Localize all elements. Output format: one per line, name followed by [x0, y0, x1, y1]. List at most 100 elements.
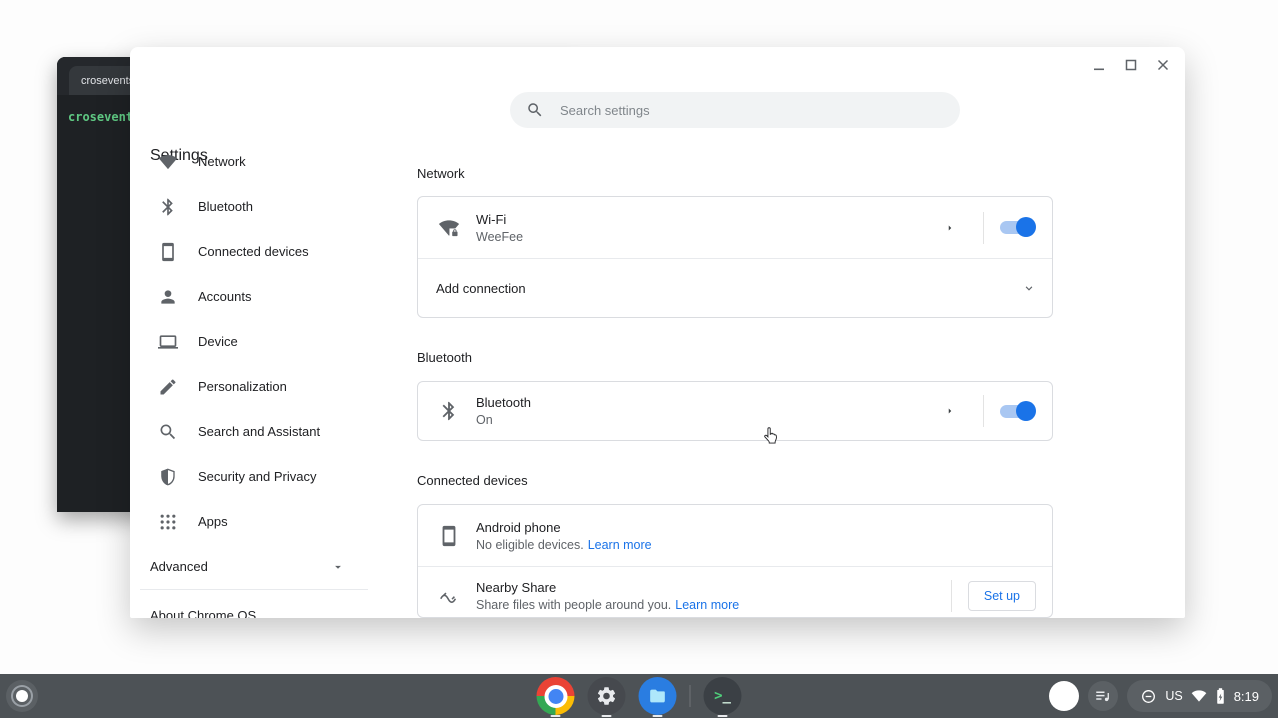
setup-button[interactable]: Set up — [968, 581, 1036, 611]
sidebar-item-label: Device — [198, 334, 238, 349]
launcher-button[interactable] — [6, 680, 38, 712]
playlist-music-icon — [1094, 687, 1112, 705]
search-icon — [526, 101, 544, 119]
do-not-disturb-icon — [1140, 688, 1157, 705]
sidebar-item-personalization[interactable]: Personalization — [130, 364, 380, 409]
running-indicator — [551, 715, 561, 717]
section-heading-bluetooth: Bluetooth — [417, 350, 472, 365]
search-input[interactable] — [558, 102, 932, 119]
sidebar-item-label: Accounts — [198, 289, 251, 304]
section-heading-network: Network — [417, 166, 465, 181]
section-heading-connected-devices: Connected devices — [417, 473, 528, 488]
wifi-status-icon — [1191, 688, 1207, 704]
android-phone-row[interactable]: Android phone No eligible devices.Learn … — [418, 505, 1052, 566]
launcher-icon — [16, 690, 28, 702]
search-icon — [158, 422, 178, 442]
battery-charging-icon — [1215, 687, 1226, 705]
terminal-tab-title: crosevents — [81, 75, 134, 87]
sidebar-item-connected-devices[interactable]: Connected devices — [130, 229, 380, 274]
search-bar[interactable] — [510, 92, 960, 128]
bluetooth-card: Bluetooth On — [417, 381, 1053, 441]
advanced-label: Advanced — [150, 559, 208, 574]
smartphone-icon — [158, 242, 178, 262]
bluetooth-icon — [158, 197, 178, 217]
shield-icon — [158, 467, 178, 487]
running-indicator — [718, 715, 728, 717]
sidebar-item-label: Security and Privacy — [198, 469, 317, 484]
learn-more-link[interactable]: Learn more — [588, 538, 652, 552]
media-controls-button[interactable] — [1088, 681, 1118, 711]
settings-nav: Network Bluetooth Connected devices Acco… — [130, 139, 380, 590]
apps-grid-icon — [158, 512, 178, 532]
clock: 8:19 — [1234, 689, 1259, 704]
sidebar-item-label: Bluetooth — [198, 199, 253, 214]
settings-window: Settings Network Bluetooth Connected dev… — [130, 47, 1185, 618]
wifi-network-name: WeeFee — [476, 230, 523, 244]
sidebar-item-label: Apps — [198, 514, 228, 529]
android-phone-title: Android phone — [476, 520, 652, 535]
system-tray: US 8:19 — [1049, 680, 1272, 712]
status-tray-button[interactable]: US 8:19 — [1127, 680, 1272, 712]
keyboard-layout-label: US — [1165, 689, 1182, 703]
sidebar-item-search-assistant[interactable]: Search and Assistant — [130, 409, 380, 454]
add-connection-label: Add connection — [436, 281, 526, 296]
sidebar-item-label: Search and Assistant — [198, 424, 320, 439]
bluetooth-title: Bluetooth — [476, 395, 531, 410]
nearby-share-title: Nearby Share — [476, 580, 739, 595]
sidebar-item-label: Network — [198, 154, 246, 169]
close-button[interactable] — [1151, 53, 1175, 77]
shelf: >_ US 8:19 — [0, 674, 1278, 718]
person-icon — [158, 287, 178, 307]
terminal-app-button[interactable]: >_ — [704, 677, 742, 715]
row-separator — [951, 580, 952, 612]
network-card: Wi-Fi WeeFee Add connection — [417, 196, 1053, 318]
bluetooth-state: On — [476, 413, 531, 427]
nearby-share-description: Share files with people around you. — [476, 598, 671, 612]
files-app-button[interactable] — [639, 677, 677, 715]
learn-more-link[interactable]: Learn more — [675, 598, 739, 612]
wifi-row[interactable]: Wi-Fi WeeFee — [418, 197, 1052, 258]
sidebar-item-device[interactable]: Device — [130, 319, 380, 364]
settings-app-button[interactable] — [588, 677, 626, 715]
terminal-prompt-icon: >_ — [714, 688, 731, 704]
connected-devices-card: Android phone No eligible devices.Learn … — [417, 504, 1053, 618]
nearby-share-row[interactable]: Nearby Share Share files with people aro… — [418, 567, 1052, 618]
window-controls — [1087, 53, 1175, 77]
running-indicator — [602, 715, 612, 717]
brush-icon — [158, 377, 178, 397]
advanced-expander[interactable]: Advanced — [130, 544, 345, 589]
row-separator — [983, 395, 984, 427]
sidebar-item-bluetooth[interactable]: Bluetooth — [130, 184, 380, 229]
folder-icon — [647, 685, 669, 707]
laptop-icon — [158, 332, 178, 352]
chevron-down-icon[interactable] — [1022, 281, 1036, 295]
wifi-title: Wi-Fi — [476, 212, 523, 227]
wifi-icon — [158, 152, 178, 172]
wifi-toggle[interactable] — [1000, 221, 1034, 234]
add-connection-row[interactable]: Add connection — [418, 259, 1052, 317]
maximize-button[interactable] — [1119, 53, 1143, 77]
bluetooth-icon — [438, 400, 460, 422]
shelf-separator — [690, 685, 691, 707]
sidebar-item-label: Personalization — [198, 379, 287, 394]
sidebar-item-network[interactable]: Network — [130, 139, 380, 184]
wifi-lock-icon — [438, 217, 460, 239]
chrome-icon — [544, 685, 567, 708]
nearby-share-icon — [438, 585, 460, 607]
smartphone-icon — [438, 525, 460, 547]
sidebar-item-accounts[interactable]: Accounts — [130, 274, 380, 319]
avatar[interactable] — [1049, 681, 1079, 711]
sidebar-item-about-chromeos[interactable]: About Chrome OS — [150, 608, 256, 618]
gear-icon — [596, 685, 618, 707]
sidebar-item-apps[interactable]: Apps — [130, 499, 380, 544]
subpage-arrow-icon[interactable] — [945, 223, 955, 233]
sidebar-item-security-privacy[interactable]: Security and Privacy — [130, 454, 380, 499]
subpage-arrow-icon[interactable] — [945, 406, 955, 416]
bluetooth-row[interactable]: Bluetooth On — [418, 382, 1052, 440]
caret-down-icon — [331, 560, 345, 574]
bluetooth-toggle[interactable] — [1000, 405, 1034, 418]
minimize-button[interactable] — [1087, 53, 1111, 77]
running-indicator — [653, 715, 663, 717]
nav-divider — [140, 589, 368, 590]
chrome-app-button[interactable] — [537, 677, 575, 715]
